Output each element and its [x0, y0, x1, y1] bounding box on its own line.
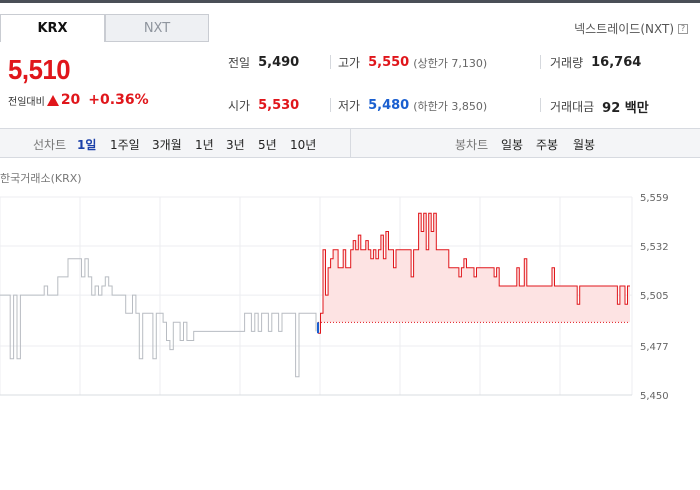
- stat-prev-close: 전일 5,490: [228, 54, 299, 71]
- stat-open: 시가 5,530: [228, 97, 299, 114]
- stat-amount: 거래대금 92 백만: [550, 97, 649, 116]
- period-3m[interactable]: 3개월: [152, 136, 182, 153]
- change-value: 20: [60, 92, 81, 108]
- stat-high: 고가 5,550 (상한가 7,130): [338, 54, 487, 71]
- stat-divider: [330, 98, 331, 112]
- tabs-divider: [105, 41, 209, 42]
- stat-value: 5,530: [258, 98, 300, 113]
- y-tick-label: 5,477: [640, 342, 669, 353]
- period-5y[interactable]: 5년: [258, 136, 277, 153]
- stat-label: 거래대금: [550, 100, 595, 114]
- period-weekly[interactable]: 주봉: [536, 136, 558, 153]
- period-10y[interactable]: 10년: [290, 136, 316, 153]
- price-change: 전일대비 20 +0.36%: [8, 92, 149, 108]
- y-tick-label: 5,532: [640, 242, 669, 253]
- nxt-link[interactable]: 넥스트레이드(NXT) ?: [574, 20, 688, 37]
- stat-volume: 거래량 16,764: [550, 54, 641, 71]
- period-1y[interactable]: 1년: [195, 136, 214, 153]
- stat-value: 16,764: [591, 55, 642, 70]
- tab-krx[interactable]: KRX: [0, 14, 105, 42]
- chart-toolbar: 선차트 1일 1주일 3개월 1년 3년 5년 10년 봉차트 일봉 주봉 월봉: [0, 128, 700, 158]
- up-arrow-icon: [46, 94, 59, 106]
- price-chart[interactable]: 5,559 5,532 5,505 5,477 5,450: [0, 185, 700, 405]
- change-percent: +0.36%: [88, 92, 149, 108]
- tab-nxt[interactable]: NXT: [105, 14, 209, 42]
- period-1w[interactable]: 1주일: [110, 136, 140, 153]
- period-3y[interactable]: 3년: [226, 136, 245, 153]
- stat-label: 고가: [338, 56, 361, 70]
- y-tick-label: 5,505: [640, 291, 669, 302]
- line-chart-label: 선차트: [33, 138, 67, 152]
- stat-sub: (하한가 3,850): [413, 99, 488, 113]
- y-tick-label: 5,450: [640, 391, 669, 402]
- stat-label: 시가: [228, 99, 251, 113]
- stat-sub: (상한가 7,130): [413, 56, 488, 70]
- stat-value: 5,490: [258, 55, 300, 70]
- period-monthly[interactable]: 월봉: [573, 136, 595, 153]
- stat-value: 5,550: [368, 55, 410, 70]
- current-price: 5,510: [8, 54, 71, 85]
- period-1d[interactable]: 1일: [77, 136, 96, 153]
- y-axis-labels: 5,559 5,532 5,505 5,477 5,450: [640, 193, 669, 402]
- help-icon[interactable]: ?: [678, 23, 688, 34]
- nxt-link-label: 넥스트레이드(NXT): [574, 22, 674, 36]
- stat-low: 저가 5,480 (하한가 3,850): [338, 97, 487, 114]
- stat-divider: [540, 98, 541, 112]
- change-label: 전일대비: [8, 96, 45, 108]
- stat-label: 저가: [338, 99, 361, 113]
- stat-value: 92 백만: [602, 101, 649, 116]
- stat-label: 거래량: [550, 56, 584, 70]
- period-daily[interactable]: 일봉: [501, 136, 523, 153]
- toolbar-divider: [350, 129, 351, 157]
- stat-label: 전일: [228, 56, 251, 70]
- chart-title: 한국거래소(KRX): [0, 172, 82, 185]
- top-border: [0, 0, 700, 3]
- candle-chart-label: 봉차트: [455, 138, 489, 152]
- y-tick-label: 5,559: [640, 193, 669, 204]
- stat-value: 5,480: [368, 98, 410, 113]
- stat-divider: [540, 55, 541, 69]
- stat-divider: [330, 55, 331, 69]
- series-previous-day: [0, 258, 317, 378]
